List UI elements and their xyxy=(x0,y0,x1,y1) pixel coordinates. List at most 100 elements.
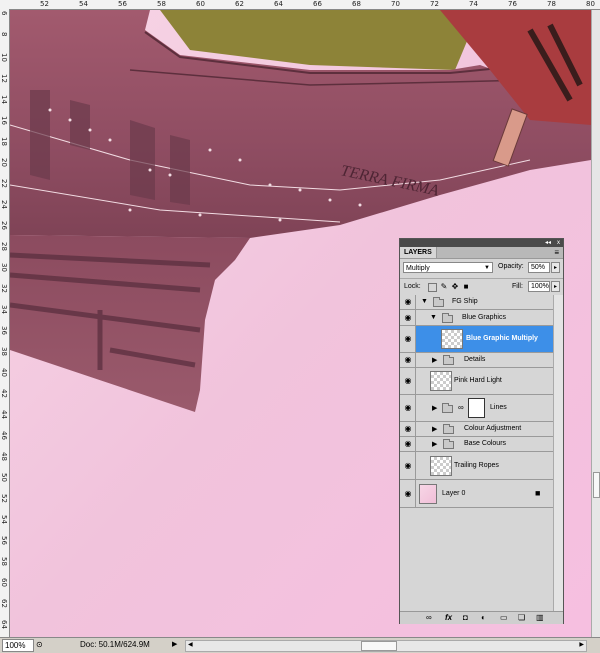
eye-icon[interactable]: ◉ xyxy=(403,335,413,343)
ruler-tick-label: 80 xyxy=(586,0,595,8)
opacity-input[interactable]: 50% xyxy=(528,262,550,273)
ruler-tick-label: 58 xyxy=(0,557,8,566)
expand-triangle-icon[interactable]: ▶ xyxy=(432,440,437,448)
horizontal-scrollbar-thumb[interactable] xyxy=(361,641,397,651)
ruler-tick-label: 6 xyxy=(0,11,8,16)
visibility-cell: ◉ xyxy=(400,480,416,507)
blend-mode-value: Multiply xyxy=(406,265,430,272)
layer-list[interactable]: ◉ ▼ FG Ship ◉ ▼ Blue Graphics ◉ Blue Gra… xyxy=(400,295,553,611)
eye-icon[interactable]: ◉ xyxy=(403,462,413,470)
expand-triangle-icon[interactable]: ▶ xyxy=(432,356,437,364)
chain-link-icon[interactable]: ∞ xyxy=(458,403,464,412)
ruler-tick-label: 32 xyxy=(0,284,8,293)
visibility-cell: ◉ xyxy=(400,295,416,309)
lock-all-icon[interactable]: ■ xyxy=(462,282,470,291)
ruler-tick-label: 54 xyxy=(0,515,8,524)
ruler-tick-label: 38 xyxy=(0,347,8,356)
ruler-tick-label: 78 xyxy=(547,0,556,8)
layer-row-base-colours[interactable]: ◉ ▶ Base Colours xyxy=(400,437,553,452)
scroll-right-icon[interactable]: ▶ xyxy=(579,641,584,648)
layer-thumbnail xyxy=(430,371,452,391)
scroll-left-icon[interactable]: ◀ xyxy=(188,641,193,648)
layer-row-fg-ship[interactable]: ◉ ▼ FG Ship xyxy=(400,295,553,310)
layer-mask-thumbnail[interactable] xyxy=(468,398,485,418)
blend-mode-select[interactable]: Multiply ▼ xyxy=(403,262,493,273)
layer-thumbnail xyxy=(430,456,452,476)
lock-brush-icon[interactable]: ✎ xyxy=(440,282,448,291)
top-ruler[interactable]: 52 54 56 58 60 62 64 66 68 70 72 74 76 7… xyxy=(0,0,600,10)
folder-icon xyxy=(443,424,454,434)
layer-row-lines[interactable]: ◉ ▶ ∞ Lines xyxy=(400,395,553,422)
eye-icon[interactable]: ◉ xyxy=(403,440,413,448)
status-bar: 100% ⊙ Doc: 50.1M/624.9M ▶ ◀ ▶ xyxy=(0,637,600,653)
visibility-cell: ◉ xyxy=(400,368,416,394)
eye-icon[interactable]: ◉ xyxy=(403,404,413,412)
ruler-tick-label: 30 xyxy=(0,263,8,272)
tab-layers[interactable]: LAYERS xyxy=(400,247,437,258)
lock-move-icon[interactable]: ✥ xyxy=(451,282,459,291)
left-ruler[interactable]: 6 8 10 12 14 16 18 20 22 24 26 28 30 32 … xyxy=(0,9,10,637)
zoom-field[interactable]: 100% xyxy=(2,639,34,652)
folder-icon[interactable]: ▭ xyxy=(500,613,508,622)
eye-icon[interactable]: ◉ xyxy=(403,356,413,364)
folder-icon xyxy=(443,439,454,449)
layer-row-trailing-ropes[interactable]: ◉ Trailing Ropes xyxy=(400,452,553,480)
link-icon[interactable]: ∞ xyxy=(426,613,432,622)
layers-panel[interactable]: ◂◂ x LAYERS ≡ Multiply ▼ Opacity: 50% ▸ … xyxy=(399,238,564,624)
eye-icon[interactable]: ◉ xyxy=(403,490,413,498)
new-layer-icon[interactable]: ❏ xyxy=(518,613,525,622)
visibility-cell: ◉ xyxy=(400,422,416,436)
ruler-tick-label: 76 xyxy=(508,0,517,8)
ruler-tick-label: 72 xyxy=(430,0,439,8)
eye-icon[interactable]: ◉ xyxy=(403,314,413,322)
eye-icon[interactable]: ◉ xyxy=(403,298,413,306)
ruler-tick-label: 74 xyxy=(469,0,478,8)
panel-menu-icon[interactable]: ≡ xyxy=(554,248,559,257)
expand-triangle-icon[interactable]: ▶ xyxy=(432,425,437,433)
lock-transparent-icon[interactable] xyxy=(428,283,437,292)
fx-icon[interactable]: fx xyxy=(445,613,452,622)
fill-slider-button[interactable]: ▸ xyxy=(551,281,560,292)
ruler-tick-label: 20 xyxy=(0,158,8,167)
ruler-tick-label: 12 xyxy=(0,74,8,83)
layer-thumbnail xyxy=(419,484,437,504)
ruler-tick-label: 18 xyxy=(0,137,8,146)
fill-input[interactable]: 100% xyxy=(528,281,550,292)
visibility-cell: ◉ xyxy=(400,437,416,451)
status-menu-arrow-icon[interactable]: ▶ xyxy=(172,640,177,648)
eye-icon[interactable]: ◉ xyxy=(403,425,413,433)
ruler-tick-label: 68 xyxy=(352,0,361,8)
layer-row-pink-hard-light[interactable]: ◉ Pink Hard Light xyxy=(400,368,553,395)
horizontal-scrollbar[interactable]: ◀ ▶ xyxy=(185,640,587,652)
adjustment-icon[interactable]: ◐ xyxy=(481,613,486,622)
layer-name: Colour Adjustment xyxy=(464,425,522,432)
visibility-cell: ◉ xyxy=(400,310,416,325)
layer-row-colour-adjustment[interactable]: ◉ ▶ Colour Adjustment xyxy=(400,422,553,437)
vertical-scrollbar-thumb[interactable] xyxy=(593,472,600,498)
layer-name: Lines xyxy=(490,404,507,411)
expand-triangle-icon[interactable]: ▶ xyxy=(432,404,437,412)
panel-titlebar[interactable]: ◂◂ x xyxy=(400,239,563,247)
ruler-tick-label: 64 xyxy=(274,0,283,8)
expand-triangle-icon[interactable]: ▼ xyxy=(421,298,428,305)
layer-row-layer-0[interactable]: ◉ Layer 0 ■ xyxy=(400,480,553,508)
status-info-icon[interactable]: ⊙ xyxy=(36,640,43,649)
layer-list-scrollbar[interactable] xyxy=(553,295,563,611)
panel-close-icon[interactable]: x xyxy=(557,239,560,247)
layer-name: Pink Hard Light xyxy=(454,377,502,384)
expand-triangle-icon[interactable]: ▼ xyxy=(430,314,437,321)
vertical-scrollbar[interactable] xyxy=(591,10,600,637)
ruler-tick-label: 10 xyxy=(0,53,8,62)
layer-row-blue-graphic-multiply[interactable]: ◉ Blue Graphic Multiply xyxy=(400,326,553,353)
eye-icon[interactable]: ◉ xyxy=(403,377,413,385)
ruler-tick-label: 16 xyxy=(0,116,8,125)
mask-icon[interactable]: ◘ xyxy=(463,613,468,622)
layer-row-blue-graphics[interactable]: ◉ ▼ Blue Graphics xyxy=(400,310,553,326)
trash-icon[interactable]: ▥ xyxy=(536,613,544,622)
panel-collapse-icon[interactable]: ◂◂ xyxy=(545,239,551,247)
layer-row-details[interactable]: ◉ ▶ Details xyxy=(400,353,553,368)
ruler-tick-label: 44 xyxy=(0,410,8,419)
ruler-tick-label: 48 xyxy=(0,452,8,461)
opacity-slider-button[interactable]: ▸ xyxy=(551,262,560,273)
blend-row: Multiply ▼ Opacity: 50% ▸ xyxy=(400,259,563,277)
